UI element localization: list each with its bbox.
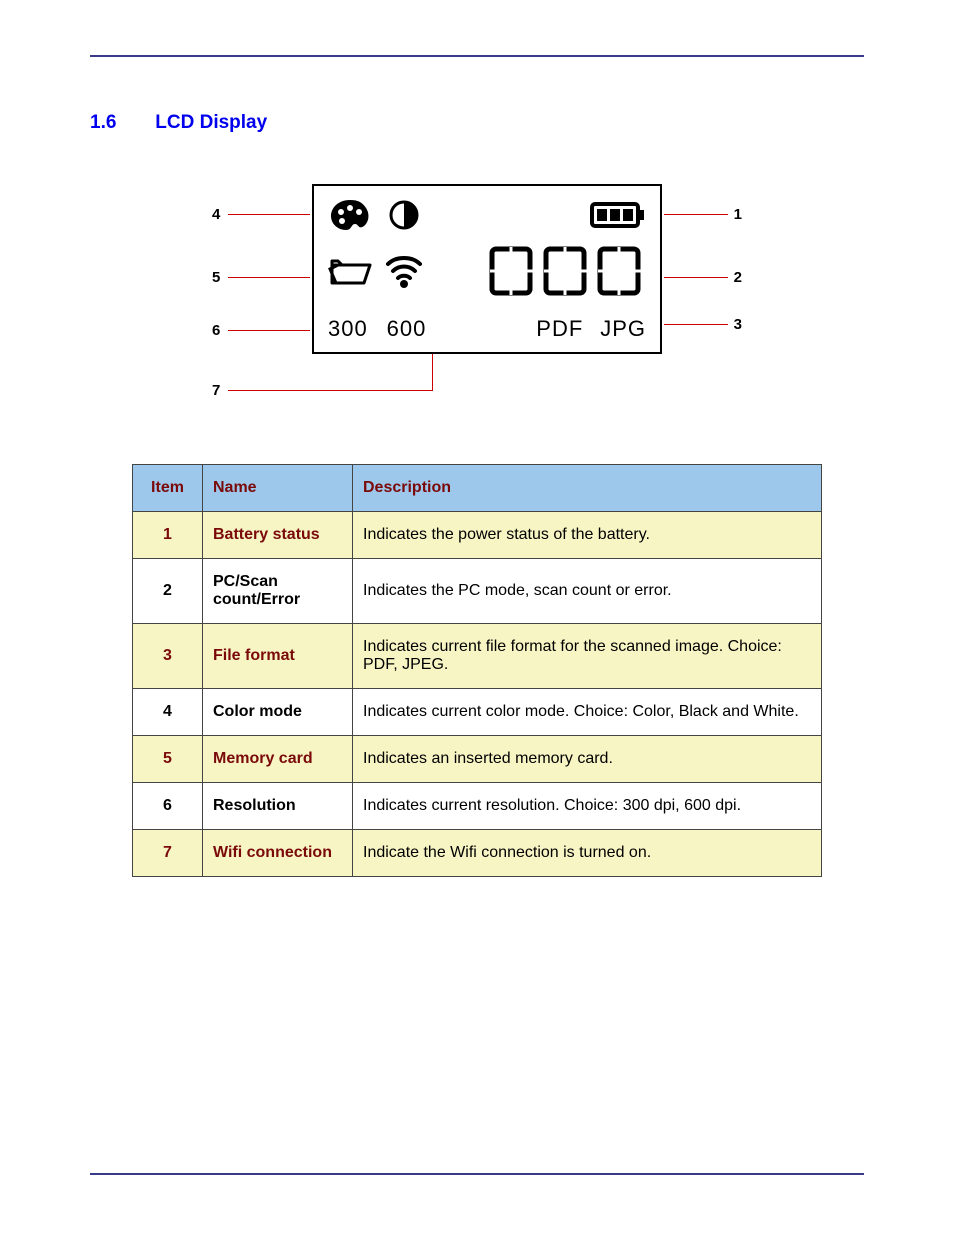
- res-300: 300: [328, 316, 368, 341]
- cell-item: 1: [133, 512, 203, 559]
- callout-3: 3: [734, 316, 742, 333]
- folder-icon: [328, 253, 372, 294]
- cell-name: Wifi connection: [203, 830, 353, 877]
- table-row: 6 Resolution Indicates current resolutio…: [133, 783, 822, 830]
- callout-7: 7: [212, 382, 220, 399]
- cell-name: Battery status: [203, 512, 353, 559]
- cell-name: Color mode: [203, 689, 353, 736]
- cell-name: Resolution: [203, 783, 353, 830]
- cell-desc: Indicates the PC mode, scan count or err…: [353, 559, 822, 624]
- callout-6: 6: [212, 322, 220, 339]
- section-title: LCD Display: [155, 112, 267, 133]
- wifi-icon: [384, 252, 424, 295]
- bottom-rule: [90, 1173, 864, 1175]
- table-row: 7 Wifi connection Indicate the Wifi conn…: [133, 830, 822, 877]
- callout-4: 4: [212, 206, 220, 223]
- battery-icon: [590, 200, 646, 235]
- resolution-options: 300 600: [328, 316, 426, 342]
- palette-icon: [328, 198, 372, 237]
- lead-6: [228, 330, 310, 331]
- fmt-pdf: PDF: [536, 316, 583, 341]
- cell-item: 6: [133, 783, 203, 830]
- cell-name: PC/Scan count/Error: [203, 559, 353, 624]
- cell-desc: Indicates current color mode. Choice: Co…: [353, 689, 822, 736]
- cell-name: Memory card: [203, 736, 353, 783]
- callout-2: 2: [734, 269, 742, 286]
- cell-item: 4: [133, 689, 203, 736]
- callout-5: 5: [212, 269, 220, 286]
- cell-desc: Indicates current file format for the sc…: [353, 624, 822, 689]
- cell-desc: Indicates an inserted memory card.: [353, 736, 822, 783]
- table-row: 1 Battery status Indicates the power sta…: [133, 512, 822, 559]
- section-number: 1.6: [90, 112, 150, 134]
- callout-1: 1: [734, 206, 742, 223]
- lead-5: [228, 277, 310, 278]
- lead-7h: [228, 390, 368, 391]
- cell-desc: Indicates the power status of the batter…: [353, 512, 822, 559]
- header-name: Name: [203, 465, 353, 512]
- description-table: Item Name Description 1 Battery status I…: [132, 464, 822, 877]
- fmt-jpg: JPG: [600, 316, 646, 341]
- header-item: Item: [133, 465, 203, 512]
- cell-item: 5: [133, 736, 203, 783]
- cell-name: File format: [203, 624, 353, 689]
- table-row: 3 File format Indicates current file for…: [133, 624, 822, 689]
- cell-desc: Indicate the Wifi connection is turned o…: [353, 830, 822, 877]
- lead-3: [664, 324, 728, 325]
- lead-1: [664, 214, 728, 215]
- table-header-row: Item Name Description: [133, 465, 822, 512]
- header-desc: Description: [353, 465, 822, 512]
- table-row: 5 Memory card Indicates an inserted memo…: [133, 736, 822, 783]
- lead-2: [664, 277, 728, 278]
- table-row: 4 Color mode Indicates current color mod…: [133, 689, 822, 736]
- section-heading: 1.6 LCD Display: [90, 112, 864, 134]
- cell-item: 2: [133, 559, 203, 624]
- digit-display: [486, 244, 646, 303]
- res-600: 600: [387, 316, 427, 341]
- lcd-frame: 300 600 PDF JPG: [312, 184, 662, 354]
- lead-7h2: [368, 390, 432, 391]
- lead-4: [228, 214, 310, 215]
- page-content: 1.6 LCD Display 4 5 6 7 1 2 3: [0, 0, 954, 917]
- cell-item: 3: [133, 624, 203, 689]
- cell-desc: Indicates current resolution. Choice: 30…: [353, 783, 822, 830]
- format-options: PDF JPG: [536, 316, 646, 342]
- table-row: 2 PC/Scan count/Error Indicates the PC m…: [133, 559, 822, 624]
- top-rule: [90, 55, 864, 57]
- cell-item: 7: [133, 830, 203, 877]
- lcd-diagram: 4 5 6 7 1 2 3: [212, 184, 742, 414]
- contrast-icon: [388, 199, 420, 236]
